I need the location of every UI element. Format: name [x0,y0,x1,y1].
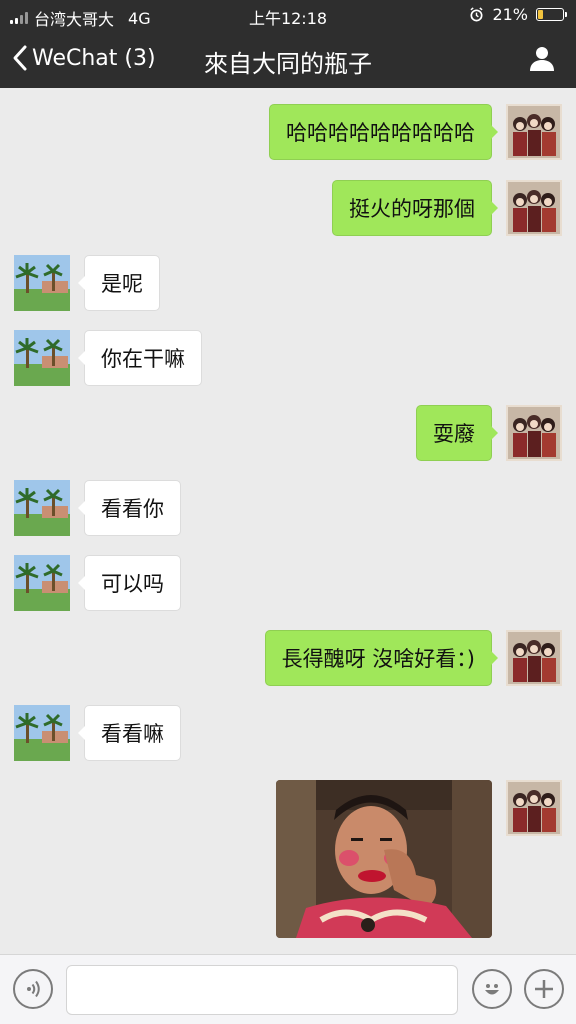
voice-icon [27,980,40,998]
chat-title: 來自大同的瓶子 [204,50,372,78]
contact-avatar[interactable] [14,255,70,311]
chat-area[interactable]: 哈哈哈哈哈哈哈哈哈 挺火的呀那個 是呢 你在干嘛 耍廢 看看你 可以吗 長得醜呀… [0,88,576,954]
alarm-icon [470,7,484,22]
voice-button[interactable] [13,969,53,1009]
my-avatar[interactable] [506,780,562,836]
input-bar [0,954,576,1024]
emoji-button[interactable] [472,969,512,1009]
plus-icon [535,980,553,998]
my-avatar[interactable] [506,104,562,160]
sticker-image[interactable] [276,780,492,938]
my-avatar[interactable] [506,405,562,461]
contact-avatar[interactable] [14,705,70,761]
message-bubble[interactable]: 看看你 [78,480,181,536]
battery-level [538,10,543,19]
profile-button[interactable] [528,44,556,76]
message-bubble[interactable]: 耍廢 [416,405,498,461]
my-avatar[interactable] [506,630,562,686]
message-bubble[interactable]: 你在干嘛 [78,330,202,386]
message-bubble[interactable]: 是呢 [78,255,160,311]
nav-bar: WeChat (3) 來自大同的瓶子 [0,30,576,88]
contact-avatar[interactable] [14,330,70,386]
battery-icon [536,8,567,21]
status-bar: 台湾大哥大 4G 上午12:18 21% [0,0,576,30]
message-bubble[interactable]: 哈哈哈哈哈哈哈哈哈 [269,104,498,160]
my-avatar[interactable] [506,180,562,236]
message-input[interactable] [66,965,458,1015]
add-button[interactable] [524,969,564,1009]
message-bubble[interactable]: 看看嘛 [78,705,181,761]
message-bubble[interactable]: 可以吗 [78,555,181,611]
message-bubble[interactable]: 挺火的呀那個 [332,180,498,236]
emoji-icon [485,984,499,995]
status-right: 21% [469,5,567,24]
contact-avatar[interactable] [14,480,70,536]
battery-percent: 21% [492,5,528,24]
message-bubble[interactable]: 長得醜呀 沒啥好看：) [264,630,499,686]
person-icon [530,47,554,71]
contact-avatar[interactable] [14,555,70,611]
